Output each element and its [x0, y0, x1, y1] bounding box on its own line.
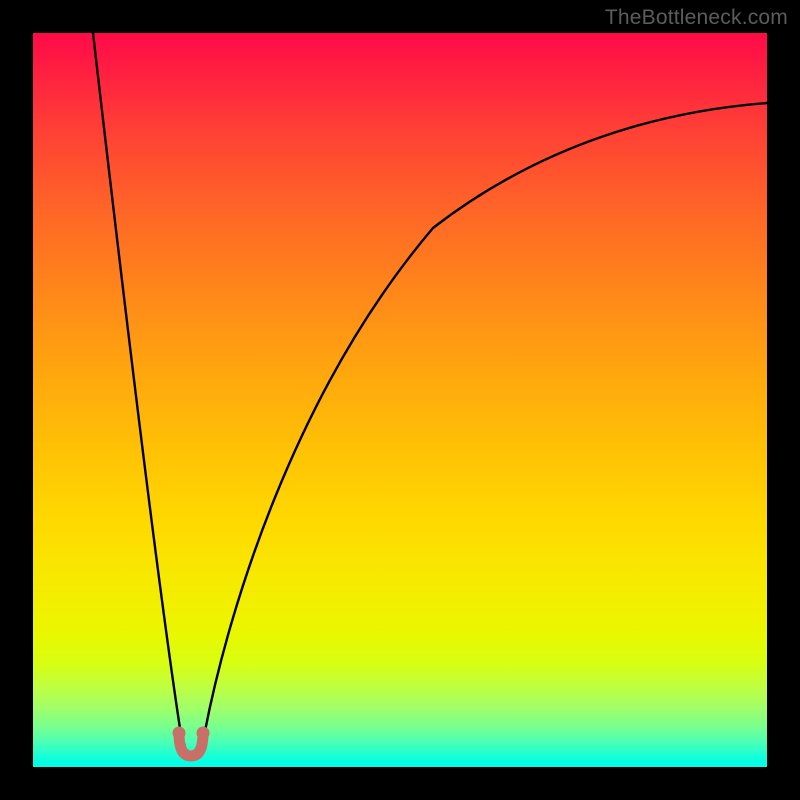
plot-area: [33, 33, 767, 767]
watermark-text: TheBottleneck.com: [605, 6, 788, 30]
trough-endpoint-right: [197, 727, 210, 740]
trough-endpoint-left: [173, 727, 186, 740]
curve-left-branch: [93, 33, 185, 745]
chart-frame: TheBottleneck.com: [0, 0, 800, 800]
bottleneck-curve: [33, 33, 767, 767]
curve-right-branch: [200, 103, 767, 745]
